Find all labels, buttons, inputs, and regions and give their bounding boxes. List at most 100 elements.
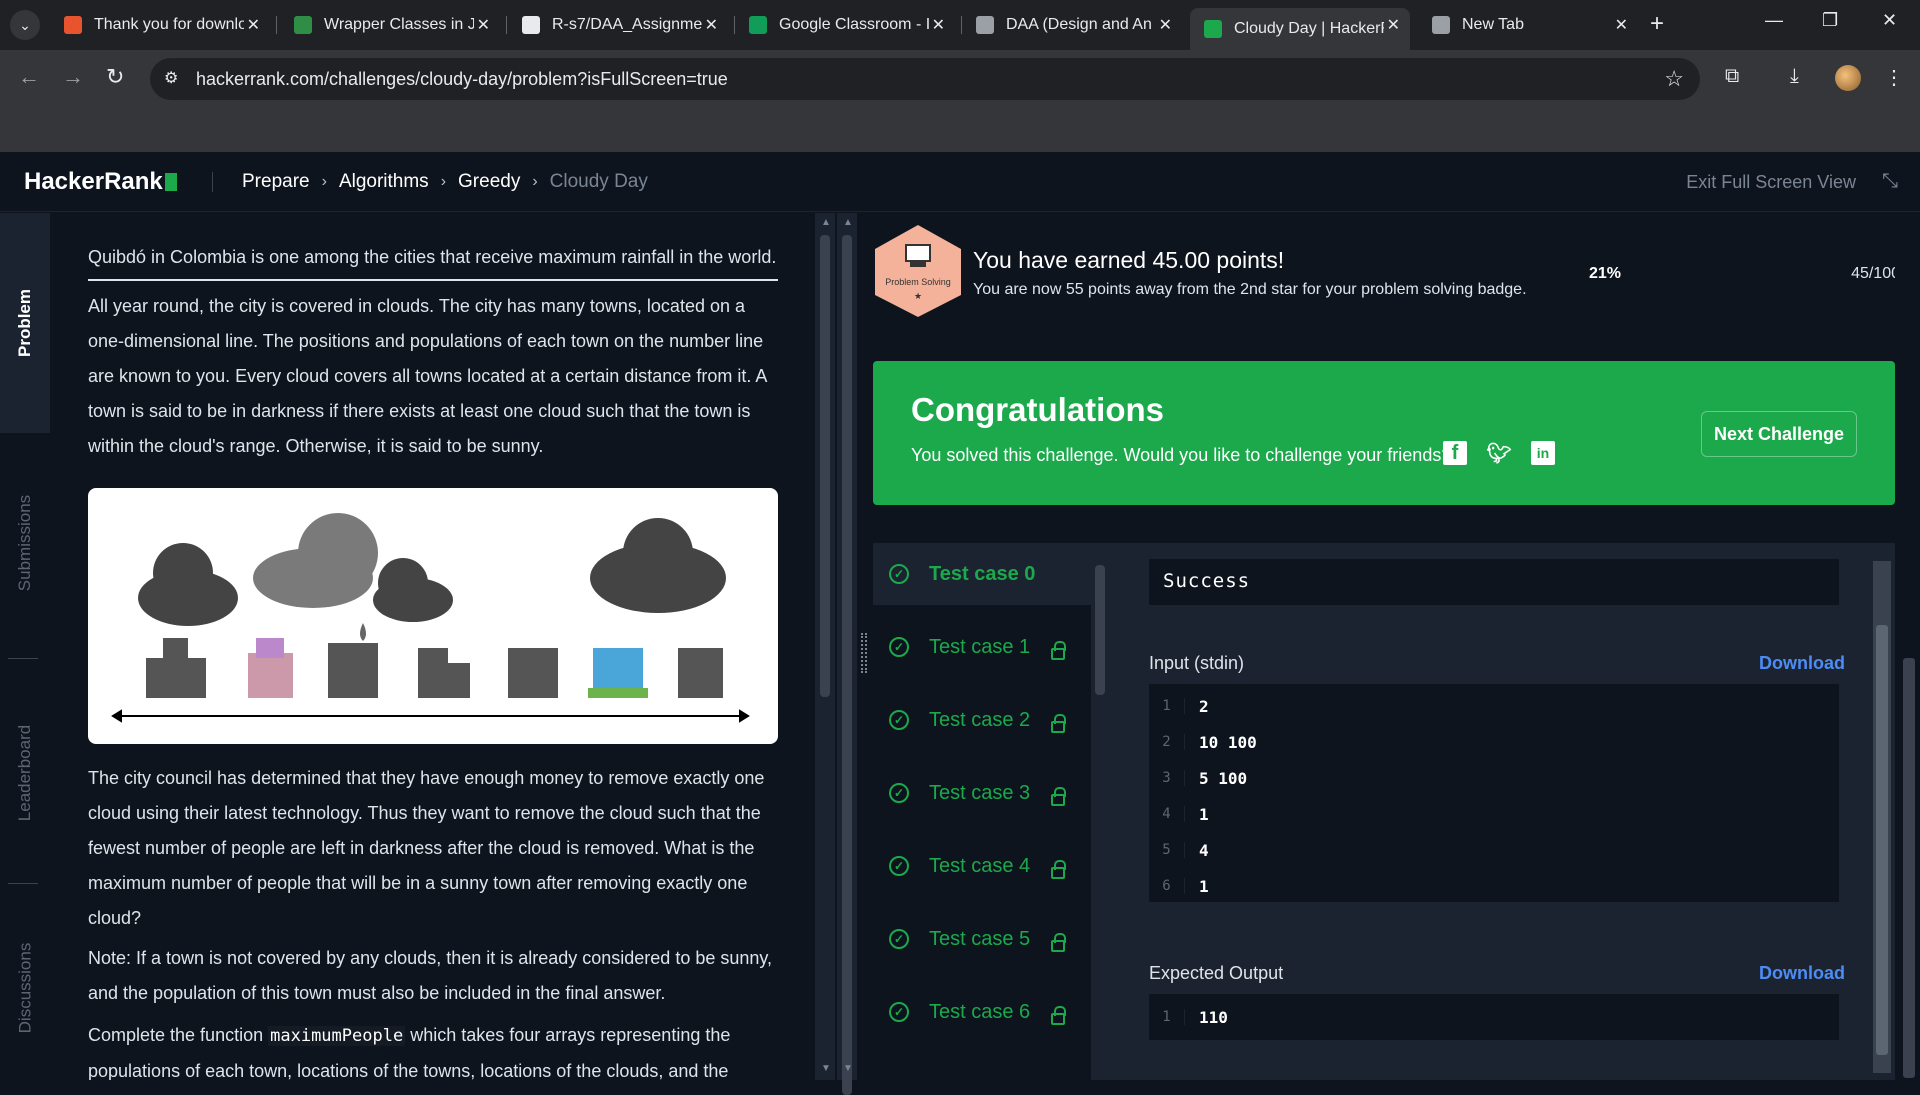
congrats-message: You solved this challenge. Would you lik… — [911, 445, 1452, 465]
tab-title: Wrapper Classes in Ja — [324, 16, 474, 33]
check-circle-icon: ✓ — [889, 1002, 909, 1022]
breadcrumb: Prepare › Algorithms › Greedy › Cloudy D… — [242, 171, 648, 193]
next-challenge-button[interactable]: Next Challenge — [1701, 411, 1857, 457]
site-info-icon[interactable]: ⚙ — [164, 68, 178, 88]
check-circle-icon: ✓ — [889, 710, 909, 730]
tab-problem[interactable]: Problem — [0, 213, 50, 433]
test-case-item[interactable]: ✓ Test case 4 — [873, 835, 1091, 897]
new-tab-button[interactable]: + — [1650, 10, 1664, 38]
profile-avatar[interactable] — [1835, 65, 1861, 91]
tab-leaderboard[interactable]: Leaderboard — [0, 673, 50, 873]
problem-scrollbar[interactable]: ▲ ▲ ▼ ▼ — [815, 213, 857, 1095]
code-line: 41 — [1149, 796, 1839, 832]
forward-button[interactable]: → — [62, 64, 84, 90]
minimize-button[interactable]: — — [1765, 10, 1783, 31]
facebook-icon[interactable]: f — [1443, 441, 1467, 465]
output-scrollbar[interactable] — [1873, 561, 1891, 1073]
problem-paragraph: The city council has determined that the… — [88, 768, 765, 928]
favicon-icon — [64, 16, 82, 34]
tab-submissions[interactable]: Submissions — [0, 453, 50, 633]
browser-tab[interactable]: Wrapper Classes in Ja ✕ — [280, 8, 500, 42]
side-tabs: Problem Submissions Leaderboard Discussi… — [0, 213, 50, 1080]
test-case-item[interactable]: ✓ Test case 2 — [873, 689, 1091, 751]
test-case-item[interactable]: ✓ Test case 1 — [873, 616, 1091, 678]
problem-intro: Quibdó in Colombia is one among the citi… — [88, 247, 777, 267]
browser-toolbar: ← → ↻ ⚙ hackerrank.com/challenges/cloudy… — [0, 50, 1920, 108]
browser-tab[interactable]: Google Classroom - I ✕ — [735, 8, 955, 42]
check-circle-icon: ✓ — [889, 929, 909, 949]
tab-discussions[interactable]: Discussions — [0, 903, 50, 1073]
expected-output-block: 1 110 — [1149, 994, 1839, 1040]
test-case-item[interactable]: ✓ Test case 3 — [873, 762, 1091, 824]
test-case-list: ✓ Test case 0 ✓ Test case 1 ✓ Test case … — [873, 543, 1091, 1080]
breadcrumb-current: Cloudy Day — [549, 171, 648, 192]
close-tab-icon[interactable]: ✕ — [247, 15, 260, 35]
code-line: 54 — [1149, 832, 1839, 868]
congratulations-banner: Congratulations You solved this challeng… — [873, 361, 1895, 505]
lock-icon — [1051, 933, 1066, 952]
restore-button[interactable]: ❐ — [1822, 10, 1838, 31]
tab-search-button[interactable]: ⌄ — [10, 10, 40, 40]
test-case-item[interactable]: ✓ Test case 6 — [873, 981, 1091, 1043]
tab-separator — [506, 16, 507, 34]
browser-tab-bar: ⌄ Thank you for downlo ✕ Wrapper Classes i… — [0, 0, 1920, 50]
test-case-scrollbar[interactable] — [1091, 543, 1109, 1080]
svg-text:★: ★ — [914, 291, 922, 301]
code-line: 1 110 — [1149, 999, 1839, 1035]
close-tab-icon[interactable]: ✕ — [1159, 15, 1172, 35]
tab-title: Google Classroom - I — [779, 16, 929, 33]
breadcrumb-greedy[interactable]: Greedy — [458, 171, 520, 193]
code-line: 12 — [1149, 688, 1839, 724]
menu-icon[interactable]: ⋮ — [1884, 65, 1904, 90]
hackerrank-logo[interactable]: HackerRank — [24, 168, 177, 196]
favicon-icon — [1432, 16, 1450, 34]
bookmark-star-icon[interactable]: ☆ — [1664, 66, 1684, 92]
browser-tab[interactable]: R-s7/DAA_Assignmer ✕ — [508, 8, 728, 42]
downloads-icon[interactable]: ⤓ — [1790, 65, 1799, 88]
breadcrumb-prepare[interactable]: Prepare — [242, 171, 310, 193]
address-bar[interactable]: ⚙ hackerrank.com/challenges/cloudy-day/p… — [150, 58, 1700, 100]
tab-separator — [276, 16, 277, 34]
chevron-right-icon: › — [440, 173, 447, 190]
twitter-icon[interactable]: 🐦︎ — [1486, 441, 1511, 465]
download-input-link[interactable]: Download — [1759, 653, 1845, 674]
favicon-icon — [294, 16, 312, 34]
problem-function: Complete the function maximumPeople whic… — [88, 1025, 731, 1080]
breadcrumb-algorithms[interactable]: Algorithms — [339, 171, 429, 193]
browser-tab[interactable]: DAA (Design and An ✕ — [962, 8, 1182, 42]
extensions-icon[interactable]: ⧉ — [1725, 65, 1739, 88]
back-button[interactable]: ← — [18, 64, 40, 90]
congrats-title: Congratulations — [911, 391, 1164, 428]
close-tab-icon[interactable]: ✕ — [1387, 15, 1400, 35]
linkedin-icon[interactable]: in — [1531, 441, 1555, 465]
download-output-link[interactable]: Download — [1759, 963, 1845, 984]
close-tab-icon[interactable]: ✕ — [705, 15, 718, 35]
close-tab-icon[interactable]: ✕ — [1615, 15, 1628, 35]
favicon-icon — [976, 16, 994, 34]
input-label: Input (stdin) — [1149, 653, 1245, 673]
tab-divider — [8, 658, 38, 659]
points-earned: You have earned 45.00 points! — [973, 247, 1285, 273]
lock-icon — [1051, 641, 1066, 660]
test-case-item[interactable]: ✓ Test case 5 — [873, 908, 1091, 970]
browser-tab[interactable]: Thank you for downlo ✕ — [50, 8, 270, 42]
exit-fullscreen-link[interactable]: Exit Full Screen View — [1686, 172, 1856, 193]
expected-output-label: Expected Output — [1149, 963, 1284, 983]
page-scrollbar[interactable] — [1895, 213, 1920, 1080]
test-case-item[interactable]: ✓ Test case 0 — [873, 543, 1091, 605]
panel-resize-handle[interactable] — [857, 213, 873, 1080]
collapse-icon[interactable]: ⤡ — [1882, 170, 1898, 193]
svg-text:Problem Solving: Problem Solving — [885, 277, 951, 287]
url-text: hackerrank.com/challenges/cloudy-day/pro… — [196, 69, 728, 89]
function-name: maximumPeople — [268, 1026, 406, 1046]
divider — [88, 279, 778, 281]
tab-title: Cloudy Day | HackerR — [1234, 20, 1384, 37]
problem-illustration — [88, 488, 778, 744]
close-window-button[interactable]: ✕ — [1882, 10, 1897, 31]
reload-button[interactable]: ↻ — [106, 64, 124, 90]
close-tab-icon[interactable]: ✕ — [932, 15, 945, 35]
check-circle-icon: ✓ — [889, 637, 909, 657]
close-tab-icon[interactable]: ✕ — [477, 15, 490, 35]
browser-tab[interactable]: New Tab ✕ — [1418, 8, 1638, 42]
browser-tab[interactable]: Cloudy Day | HackerR ✕ — [1190, 8, 1410, 50]
